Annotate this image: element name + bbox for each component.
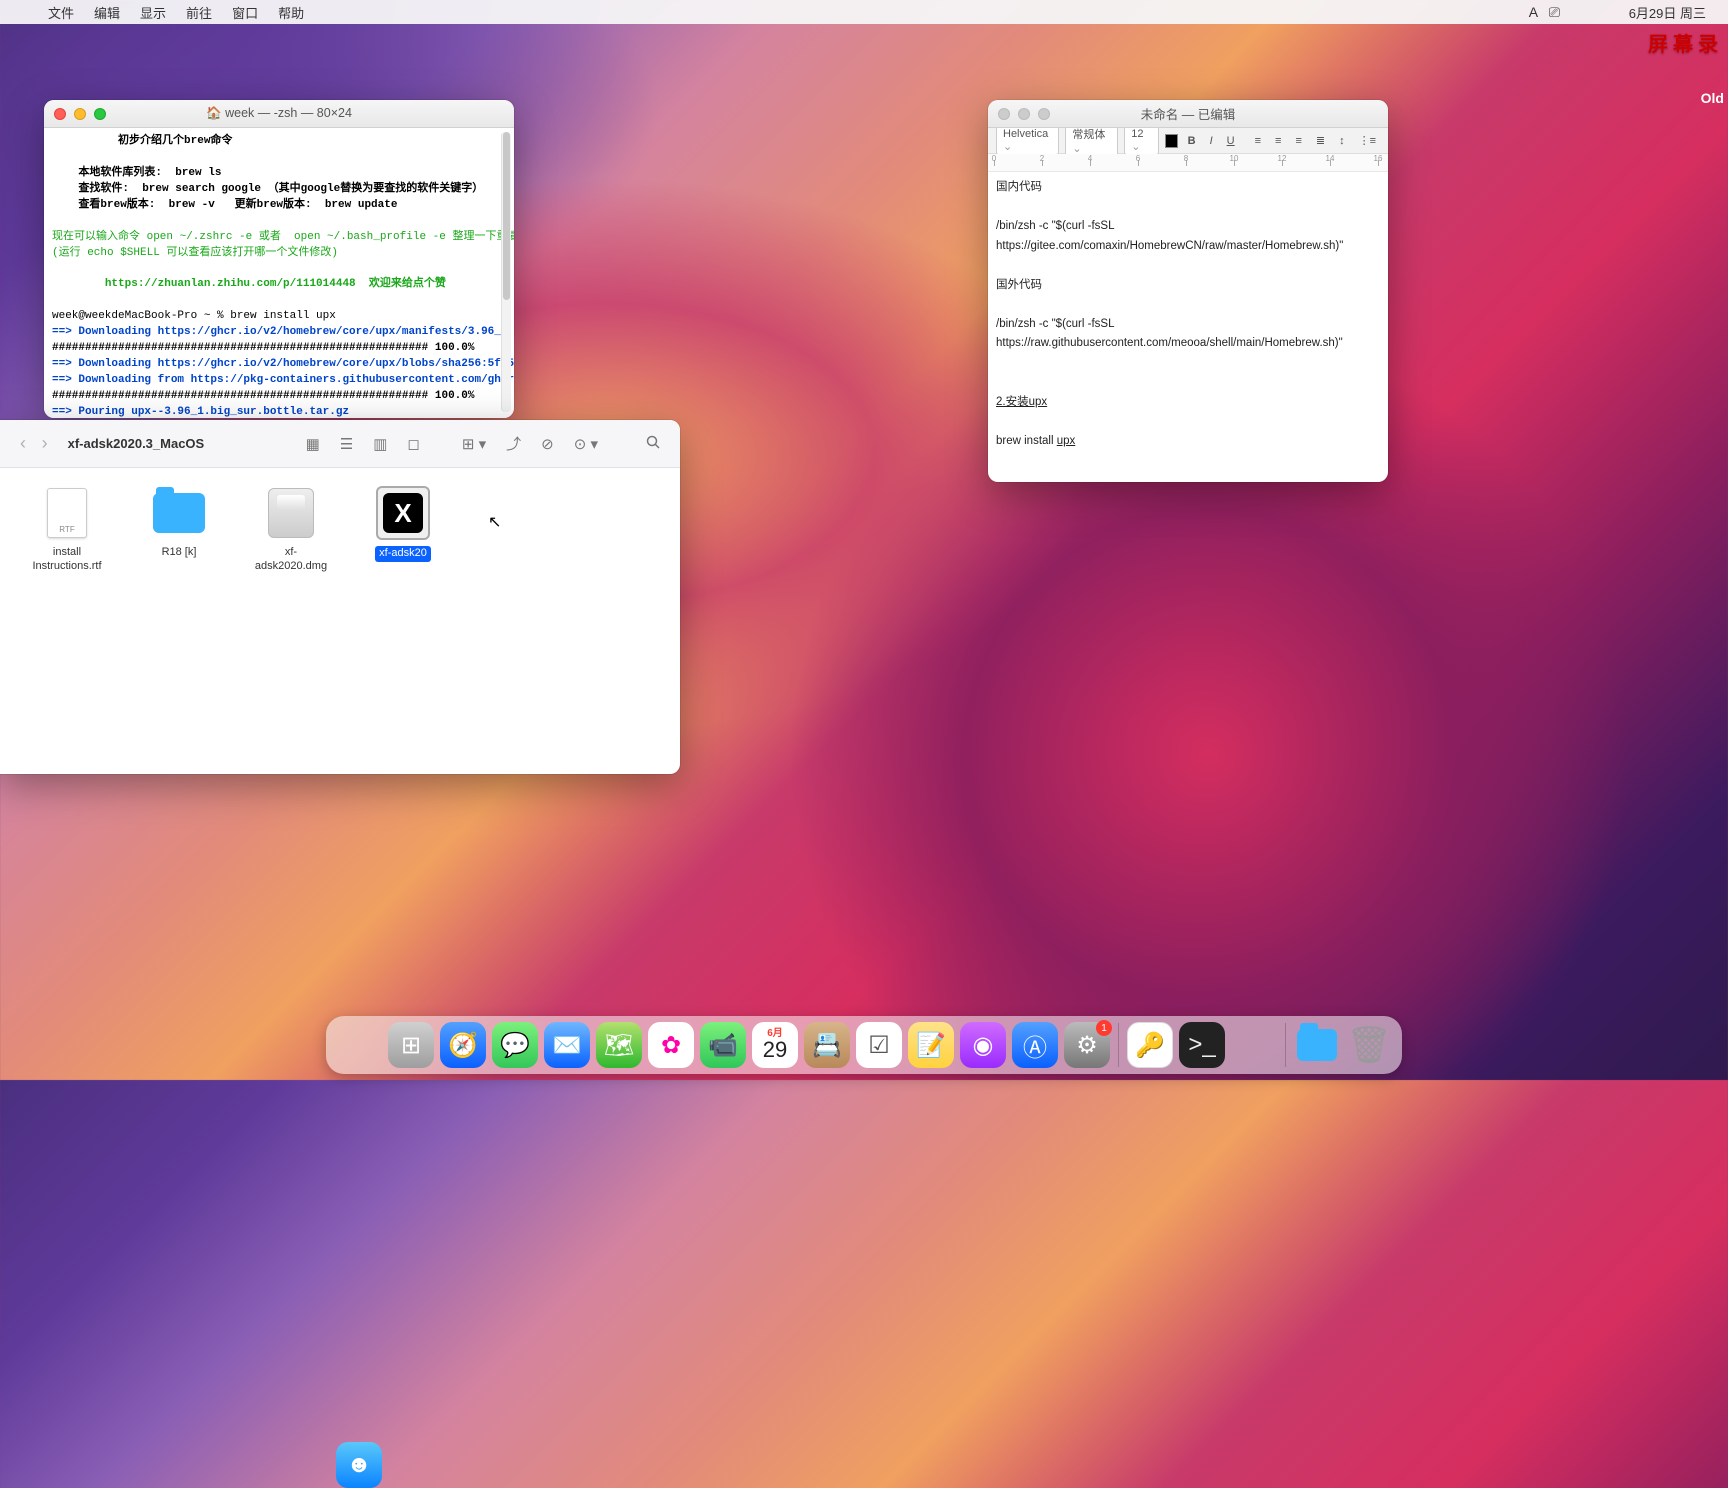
folder-icon [153, 493, 205, 533]
align-center-icon[interactable]: ≡ [1271, 135, 1285, 147]
menubar-date[interactable]: 6月29日 周三 [1619, 0, 1716, 24]
line-spacing-icon[interactable]: ↕ [1335, 135, 1349, 147]
dock-separator-2 [1285, 1023, 1286, 1067]
rtf-icon [47, 488, 87, 538]
dock: ☻ ⊞ 🧭 💬 ✉️ 🗺 ✿ 📹 6月29 📇 ☑ 📝 ◉ Ⓐ ⚙1 🔑 >_ … [326, 1016, 1402, 1074]
terminal-window: 🏠 week — -zsh — 80×24 初步介绍几个brew命令 本地软件库… [44, 100, 514, 418]
dock-contacts[interactable]: 📇 [804, 1022, 850, 1068]
finder-toolbar: ‹ › xf-adsk2020.3_MacOS ▦ ☰ ▥ ◻ ⊞ ▾ ⤴ ⊘ … [0, 420, 680, 468]
font-style-select[interactable]: 常规体 ⌄ [1065, 124, 1118, 157]
control-center-icon[interactable]: ⎚ [1539, 0, 1559, 24]
wifi-icon[interactable] [1559, 0, 1579, 24]
terminal-output[interactable]: 初步介绍几个brew命令 本地软件库列表: brew ls 查找软件: brew… [44, 128, 514, 418]
nav-back-icon[interactable]: ‹ [14, 433, 32, 453]
italic-button[interactable]: I [1206, 135, 1217, 147]
dock-sysprefs[interactable]: ⚙1 [1064, 1022, 1110, 1068]
view-icon-gallery[interactable]: ◻ [401, 435, 425, 453]
sysprefs-badge: 1 [1096, 1020, 1112, 1036]
screen-recording-overlay: 屏 幕 录 [1648, 28, 1718, 57]
view-icon-column[interactable]: ▥ [367, 435, 393, 453]
dock-appstore[interactable]: Ⓐ [1012, 1022, 1058, 1068]
input-method-icon[interactable]: A [1519, 0, 1539, 24]
menubar: 文件 编辑 显示 前往 窗口 帮助 A ⎚ 6月29日 周三 [0, 0, 1728, 24]
ruler[interactable]: 0246810121416 [988, 154, 1388, 172]
apple-menu[interactable] [18, 0, 38, 24]
spotlight-icon[interactable] [1579, 0, 1599, 24]
font-family-select[interactable]: Helvetica ⌄ [996, 126, 1059, 155]
dock-launchpad[interactable]: ⊞ [388, 1022, 434, 1068]
terminal-title: 🏠 week — -zsh — 80×24 [44, 106, 514, 121]
dock-downloads-folder[interactable] [1294, 1022, 1340, 1068]
textedit-titlebar[interactable]: 未命名 — 已编辑 [988, 100, 1388, 128]
underline-button[interactable]: U [1223, 135, 1239, 147]
menu-help[interactable]: 帮助 [268, 0, 314, 24]
dock-notes[interactable]: 📝 [908, 1022, 954, 1068]
dock-finder[interactable]: ☻ [336, 1442, 382, 1488]
folder-r18k[interactable]: R18 [k] [138, 486, 220, 560]
view-icon-grid[interactable]: ▦ [300, 435, 326, 453]
share-icon[interactable]: ⤴ [500, 433, 527, 454]
dock-calendar[interactable]: 6月29 [752, 1022, 798, 1068]
dock-separator [1118, 1023, 1119, 1067]
list-style-icon[interactable]: ⋮≡ [1355, 134, 1380, 147]
text-color-swatch[interactable] [1165, 134, 1177, 148]
dock-podcasts[interactable]: ◉ [960, 1022, 1006, 1068]
dock-maps[interactable]: 🗺 [596, 1022, 642, 1068]
dock-photos[interactable]: ✿ [648, 1022, 694, 1068]
file-install-instructions[interactable]: install Instructions.rtf [26, 486, 108, 574]
nav-forward-icon[interactable]: › [36, 433, 54, 453]
dock-messages[interactable]: 💬 [492, 1022, 538, 1068]
align-right-icon[interactable]: ≡ [1291, 135, 1305, 147]
textedit-document[interactable]: 国内代码 /bin/zsh -c "$(curl -fsSL https://g… [988, 172, 1388, 482]
dock-trash[interactable]: 🗑 [1346, 1022, 1392, 1068]
finder-title: xf-adsk2020.3_MacOS [68, 436, 205, 451]
file-xf-adsk20-app[interactable]: X xf-adsk20 [362, 486, 444, 562]
align-left-icon[interactable]: ≡ [1251, 135, 1265, 147]
view-icon-list[interactable]: ☰ [334, 435, 359, 453]
terminal-scrollbar[interactable] [501, 132, 511, 412]
cursor-arrow-icon: ↖ [488, 512, 501, 532]
dock-terminal[interactable]: >_ [1179, 1022, 1225, 1068]
search-icon[interactable] [640, 435, 666, 453]
file-dmg[interactable]: xf-adsk2020.dmg [250, 486, 332, 574]
menu-file[interactable]: 文件 [38, 0, 84, 24]
dock-facetime[interactable]: 📹 [700, 1022, 746, 1068]
app-icon: X [376, 486, 430, 540]
textedit-title: 未命名 — 已编辑 [988, 104, 1388, 123]
menu-edit[interactable]: 编辑 [84, 0, 130, 24]
dock-safari[interactable]: 🧭 [440, 1022, 486, 1068]
textedit-window: 未命名 — 已编辑 Helvetica ⌄ 常规体 ⌄ 12 ⌄ B I U ≡… [988, 100, 1388, 482]
dock-reminders[interactable]: ☑ [856, 1022, 902, 1068]
tags-icon[interactable]: ⊘ [535, 435, 560, 453]
terminal-proxy-icon: 🏠 [206, 106, 225, 120]
terminal-titlebar[interactable]: 🏠 week — -zsh — 80×24 [44, 100, 514, 128]
battery-icon[interactable] [1599, 0, 1619, 24]
menu-window[interactable]: 窗口 [222, 0, 268, 24]
menu-go[interactable]: 前往 [176, 0, 222, 24]
finder-window: ‹ › xf-adsk2020.3_MacOS ▦ ☰ ▥ ◻ ⊞ ▾ ⤴ ⊘ … [0, 420, 680, 774]
dock-keychain[interactable]: 🔑 [1127, 1022, 1173, 1068]
bold-button[interactable]: B [1184, 135, 1200, 147]
finder-content[interactable]: install Instructions.rtf R18 [k] xf-adsk… [0, 468, 680, 592]
align-justify-icon[interactable]: ≣ [1312, 134, 1329, 147]
dmg-icon [268, 488, 314, 538]
menu-view[interactable]: 显示 [130, 0, 176, 24]
group-by-icon[interactable]: ⊞ ▾ [456, 435, 492, 453]
dock-mail[interactable]: ✉️ [544, 1022, 590, 1068]
old-overlay-label: Old [1701, 90, 1724, 106]
font-size-select[interactable]: 12 ⌄ [1124, 126, 1159, 155]
actions-icon[interactable]: ⊙ ▾ [568, 435, 604, 453]
format-toolbar: Helvetica ⌄ 常规体 ⌄ 12 ⌄ B I U ≡ ≡ ≡ ≣ ↕ ⋮… [988, 128, 1388, 154]
